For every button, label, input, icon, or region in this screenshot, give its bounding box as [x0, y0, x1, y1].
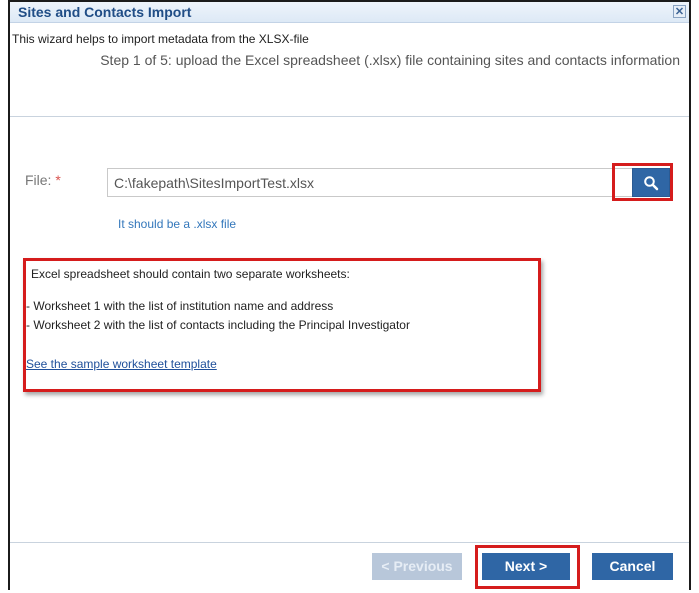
browse-highlight: [612, 163, 673, 201]
wizard-intro: This wizard helps to import metadata fro…: [12, 32, 309, 46]
file-hint: It should be a .xlsx file: [118, 217, 237, 231]
dialog-title: Sites and Contacts Import: [18, 4, 192, 20]
file-path-input[interactable]: [107, 168, 632, 197]
dialog-titlebar: Sites and Contacts Import ✕: [10, 2, 689, 23]
next-highlight: [475, 545, 580, 589]
cancel-button[interactable]: Cancel: [592, 553, 673, 580]
required-marker: *: [55, 172, 61, 188]
sample-template-link[interactable]: See the sample worksheet template: [26, 357, 217, 371]
info-line-worksheet-2: - Worksheet 2 with the list of contacts …: [26, 318, 410, 332]
file-field-label: File: *: [25, 172, 61, 188]
wizard-step-description: Step 1 of 5: upload the Excel spreadshee…: [100, 52, 680, 68]
previous-button[interactable]: < Previous: [372, 553, 462, 580]
close-icon[interactable]: ✕: [673, 5, 686, 18]
info-line-intro: Excel spreadsheet should contain two sep…: [31, 267, 350, 281]
info-line-worksheet-1: - Worksheet 1 with the list of instituti…: [26, 299, 334, 313]
file-label-text: File:: [25, 172, 52, 188]
wizard-footer: [10, 542, 689, 593]
